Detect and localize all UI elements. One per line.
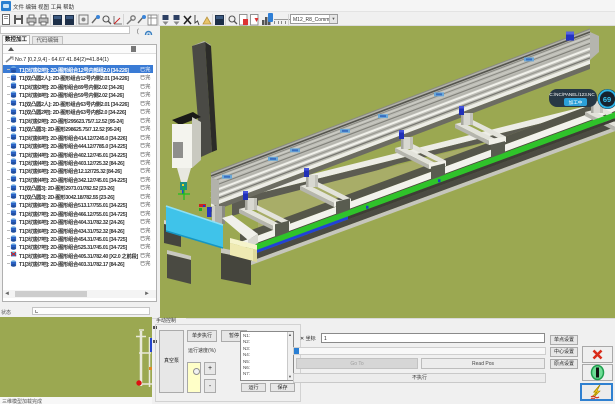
svg-text:69: 69 xyxy=(603,95,611,104)
svg-text:加工中: 加工中 xyxy=(569,99,583,106)
svg-text:C:/NC/PANEL/123.NC: C:/NC/PANEL/123.NC xyxy=(549,92,595,97)
